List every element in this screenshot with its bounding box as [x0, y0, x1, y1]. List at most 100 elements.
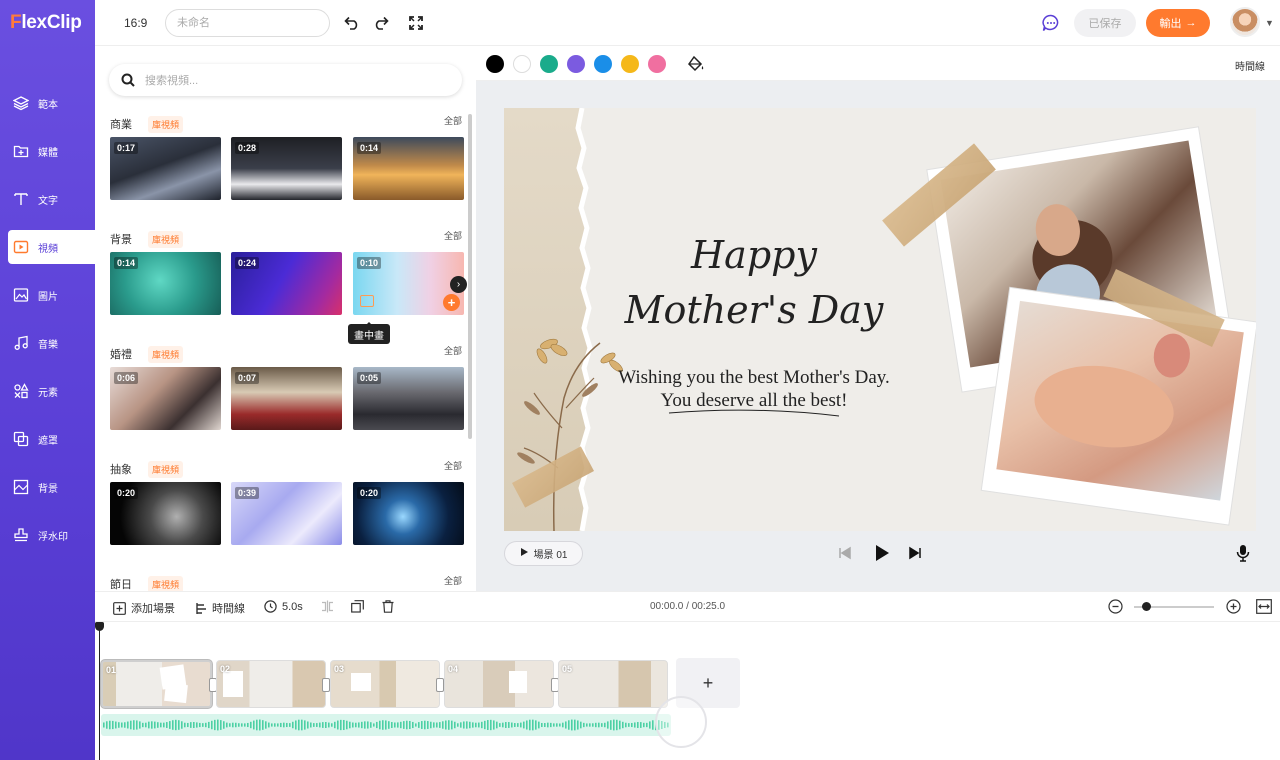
video-thumbnail[interactable]: 0:39: [231, 482, 342, 545]
aspect-ratio-button[interactable]: 16:9: [124, 16, 147, 30]
scene-clip[interactable]: 05: [558, 660, 668, 708]
trash-icon[interactable]: [382, 600, 394, 613]
color-swatch-white[interactable]: [513, 55, 531, 73]
zoom-out-icon[interactable]: [1108, 599, 1123, 614]
fullscreen-icon[interactable]: [406, 13, 426, 33]
color-swatch-teal[interactable]: [540, 55, 558, 73]
scene-clip[interactable]: 03: [330, 660, 440, 708]
export-button[interactable]: 輸出 →: [1146, 9, 1210, 37]
waveform-bar: [259, 719, 261, 731]
waveform-bar: [400, 721, 402, 729]
waveform-bar: [457, 723, 459, 727]
panel-scrollbar[interactable]: [468, 114, 472, 439]
waveform-bar: [268, 722, 270, 728]
background-icon: [12, 478, 30, 496]
waveform-bar: [442, 721, 444, 729]
add-to-canvas-button[interactable]: +: [443, 294, 460, 311]
sidebar-item-background[interactable]: 背景: [8, 470, 95, 504]
microphone-icon[interactable]: [1236, 544, 1250, 562]
play-icon[interactable]: [874, 544, 890, 562]
transition-handle[interactable]: [322, 678, 330, 692]
waveform-bar: [256, 719, 258, 731]
split-icon[interactable]: [321, 600, 334, 613]
logo[interactable]: FlexClip: [10, 12, 82, 34]
avatar[interactable]: [1230, 7, 1260, 37]
waveform-bar: [646, 722, 648, 728]
timeline-toggle[interactable]: 時間線: [1235, 58, 1265, 73]
waveform-bar: [571, 719, 573, 731]
chevron-right-icon[interactable]: ›: [450, 276, 467, 293]
scene-clip[interactable]: 04: [444, 660, 554, 708]
waveform-bar: [637, 722, 639, 728]
video-thumbnail[interactable]: 0:06: [110, 367, 221, 430]
waveform-bar: [289, 723, 291, 727]
video-thumbnail[interactable]: 0:14: [353, 137, 464, 200]
see-all-link[interactable]: 全部: [444, 574, 462, 587]
waveform-bar: [304, 720, 306, 730]
sidebar-item-music[interactable]: 音樂: [8, 326, 95, 360]
skip-back-icon[interactable]: [838, 546, 852, 560]
chevron-down-icon[interactable]: ▼: [1265, 18, 1274, 28]
color-swatch-blue[interactable]: [594, 55, 612, 73]
project-title-input[interactable]: [165, 9, 330, 37]
text-icon: [12, 190, 30, 208]
see-all-link[interactable]: 全部: [444, 114, 462, 127]
waveform-bar: [232, 722, 234, 728]
search-bar[interactable]: 搜索視頻...: [109, 64, 462, 96]
audio-track[interactable]: [101, 714, 671, 736]
sidebar-item-video[interactable]: 視頻: [8, 230, 95, 264]
video-thumbnail[interactable]: 0:07: [231, 367, 342, 430]
add-scene-button[interactable]: 添加場景: [113, 600, 175, 616]
redo-icon[interactable]: [371, 13, 391, 33]
video-thumbnail[interactable]: 0:24: [231, 252, 342, 315]
paint-bucket-icon[interactable]: [687, 55, 705, 73]
color-swatch-purple[interactable]: [567, 55, 585, 73]
duplicate-icon[interactable]: [351, 600, 364, 613]
waveform-bar: [355, 722, 357, 728]
color-swatch-black[interactable]: [486, 55, 504, 73]
video-thumbnail[interactable]: 0:14: [110, 252, 221, 315]
sidebar-item-watermark[interactable]: 浮水印: [8, 518, 95, 552]
waveform-bar: [568, 720, 570, 730]
skip-forward-icon[interactable]: [908, 546, 922, 560]
chat-icon[interactable]: [1041, 13, 1061, 33]
sidebar-item-overlays[interactable]: 遮罩: [8, 422, 95, 456]
playhead[interactable]: [95, 622, 104, 760]
undo-icon[interactable]: [342, 13, 362, 33]
color-swatch-pink[interactable]: [648, 55, 666, 73]
search-input[interactable]: 搜索視頻...: [145, 72, 198, 88]
sidebar-item-images[interactable]: 圖片: [8, 278, 95, 312]
scene-clip[interactable]: 02: [216, 660, 326, 708]
picture-in-picture-icon[interactable]: [360, 295, 374, 307]
waveform-bar: [541, 722, 543, 728]
sidebar-item-text[interactable]: 文字: [8, 182, 95, 216]
waveform-bar: [562, 722, 564, 728]
waveform-bar: [349, 721, 351, 729]
video-thumbnail[interactable]: 0:17: [110, 137, 221, 200]
sidebar-item-templates[interactable]: 範本: [8, 86, 95, 120]
waveform-bar: [223, 721, 225, 729]
duration-button[interactable]: 5.0s: [264, 600, 303, 613]
transition-handle[interactable]: [436, 678, 444, 692]
video-thumbnail[interactable]: 0:20: [353, 482, 464, 545]
scene-clip[interactable]: 01: [101, 660, 212, 708]
sidebar-item-elements[interactable]: 元素: [8, 374, 95, 408]
video-thumbnail[interactable]: 0:05: [353, 367, 464, 430]
timeline-button[interactable]: 時間線: [195, 600, 245, 616]
see-all-link[interactable]: 全部: [444, 344, 462, 357]
see-all-link[interactable]: 全部: [444, 459, 462, 472]
waveform-bar: [595, 722, 597, 728]
fit-timeline-icon[interactable]: [1256, 599, 1272, 614]
video-canvas[interactable]: Happy Mother's Day Wishing you the best …: [504, 108, 1256, 531]
waveform-bar: [382, 720, 384, 730]
see-all-link[interactable]: 全部: [444, 229, 462, 242]
scene-play-button[interactable]: 場景 01: [504, 541, 583, 566]
sidebar-item-media[interactable]: 媒體: [8, 134, 95, 168]
video-thumbnail[interactable]: 0:28: [231, 137, 342, 200]
zoom-slider-handle[interactable]: [1142, 602, 1151, 611]
zoom-in-icon[interactable]: [1226, 599, 1241, 614]
video-thumbnail[interactable]: 0:20: [110, 482, 221, 545]
saved-status-button[interactable]: 已保存: [1074, 9, 1136, 37]
waveform-bar: [364, 721, 366, 729]
color-swatch-yellow[interactable]: [621, 55, 639, 73]
